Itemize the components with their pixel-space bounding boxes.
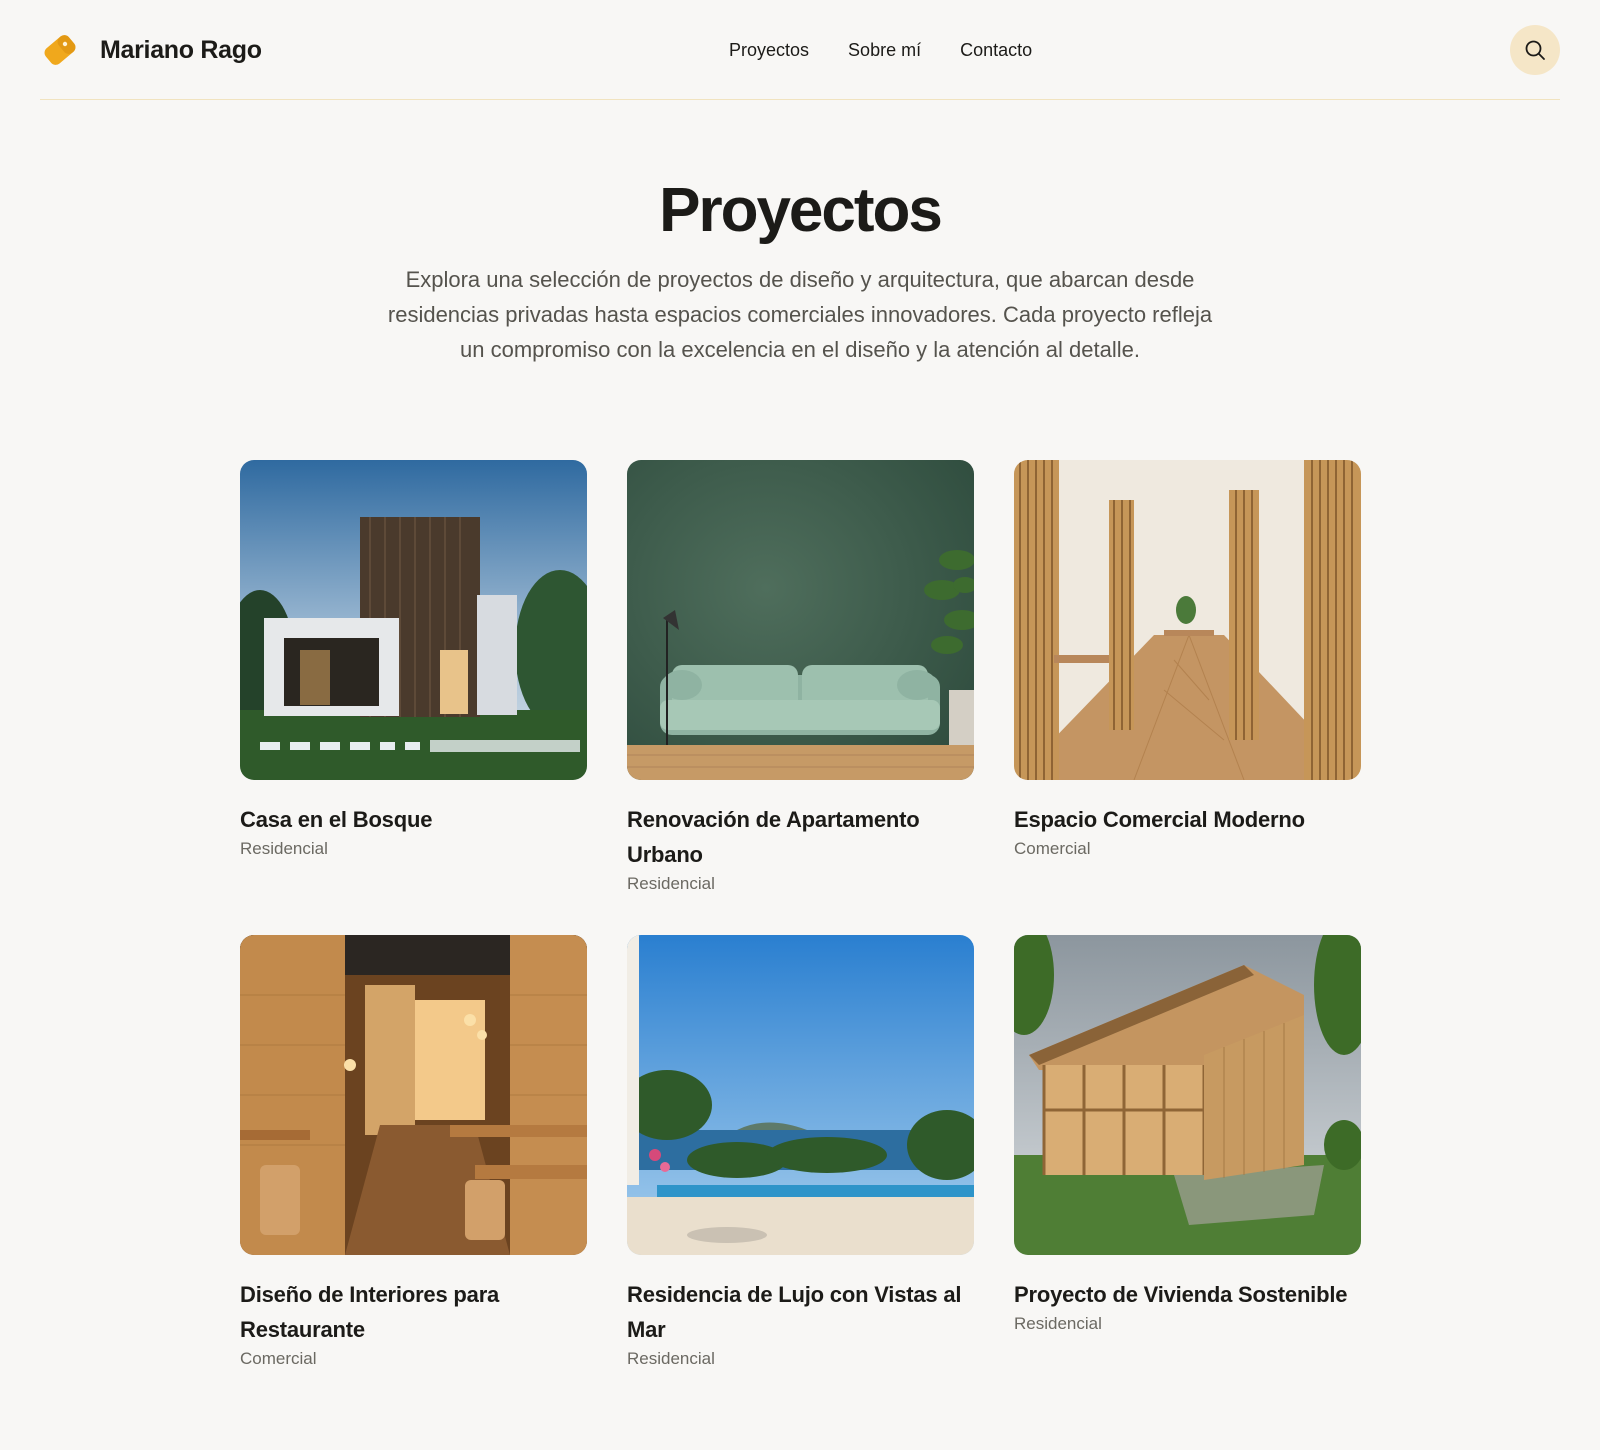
project-title[interactable]: Residencia de Lujo con Vistas al Mar [627,1277,974,1347]
project-image-sea-view[interactable] [627,935,974,1255]
project-image-restaurant[interactable] [240,935,587,1255]
project-card[interactable]: Diseño de Interiores para Restaurante Co… [240,935,587,1410]
search-button[interactable] [1510,25,1560,75]
project-category: Residencial [1014,1314,1102,1333]
project-card[interactable]: Espacio Comercial Moderno Comercial [1014,460,1361,935]
search-icon [1525,40,1545,60]
nav-link-proyectos[interactable]: Proyectos [729,37,809,63]
project-category: Comercial [240,1349,317,1368]
project-category: Residencial [627,1349,715,1368]
brand-link[interactable]: Mariano Rago [40,30,262,70]
nav-link-sobre-mi[interactable]: Sobre mí [848,37,921,63]
projects-grid: Casa en el Bosque Residencial Renovación… [240,460,1361,1410]
main-nav: Proyectos Sobre mí Contacto [729,37,1032,63]
project-title[interactable]: Diseño de Interiores para Restaurante [240,1277,587,1347]
project-category: Residencial [627,874,715,893]
tag-logo-icon [40,30,80,70]
project-image-modern-house[interactable] [240,460,587,780]
project-category: Residencial [240,839,328,858]
project-card[interactable]: Renovación de Apartamento Urbano Residen… [627,460,974,935]
project-title[interactable]: Espacio Comercial Moderno [1014,802,1361,837]
project-category: Comercial [1014,839,1091,858]
project-title[interactable]: Renovación de Apartamento Urbano [627,802,974,872]
project-card[interactable]: Casa en el Bosque Residencial [240,460,587,935]
project-title[interactable]: Proyecto de Vivienda Sostenible [1014,1277,1361,1312]
project-card[interactable]: Proyecto de Vivienda Sostenible Residenc… [1014,935,1361,1410]
brand-name: Mariano Rago [100,35,262,64]
page-title: Proyectos [659,176,943,245]
site-header: Mariano Rago Proyectos Sobre mí Contacto [40,0,1560,100]
project-image-wooden-cabin[interactable] [1014,935,1361,1255]
project-title[interactable]: Casa en el Bosque [240,802,587,837]
nav-link-contacto[interactable]: Contacto [960,37,1032,63]
page-intro: Explora una selección de proyectos de di… [387,267,1213,362]
project-image-living-room[interactable] [627,460,974,780]
project-card[interactable]: Residencia de Lujo con Vistas al Mar Res… [627,935,974,1410]
project-image-wood-interior[interactable] [1014,460,1361,780]
